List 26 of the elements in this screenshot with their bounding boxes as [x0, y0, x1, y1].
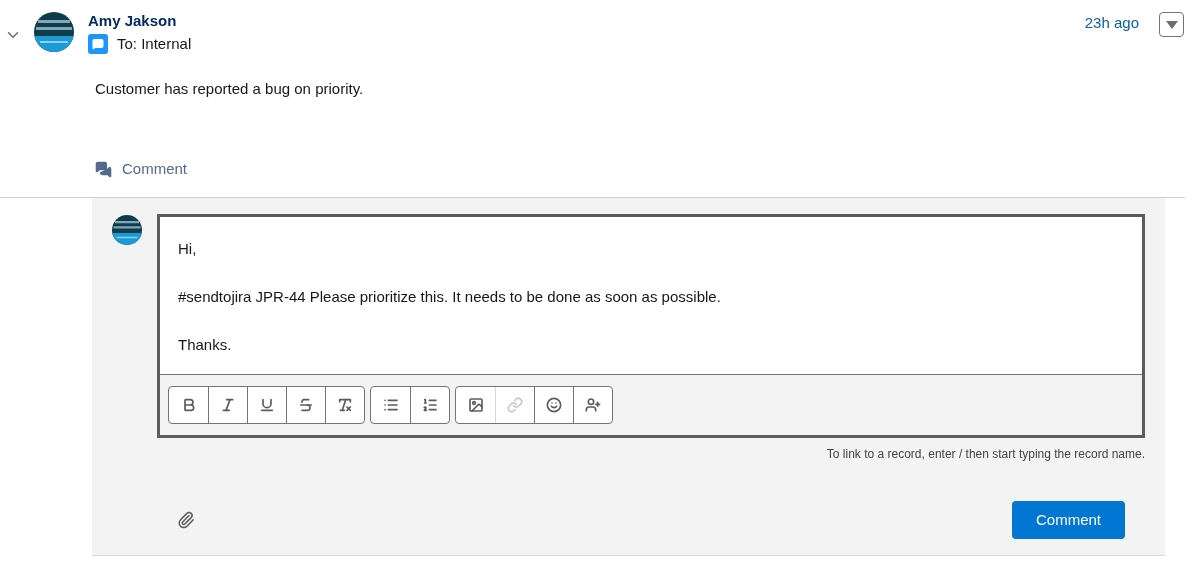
numbered-list-icon — [422, 397, 438, 413]
comment-editor[interactable]: Hi, #sendtojira JPR-44 Please prioritize this. It needs to be done as soon as possible. Thanks. — [157, 214, 1145, 438]
editor-text-line: #sendtojira JPR-44 Please prioritize this. It needs to be done as soon as possible. — [178, 287, 722, 307]
clear-format-icon — [337, 397, 353, 413]
link-icon — [507, 397, 523, 413]
timestamp[interactable]: 23h ago — [1084, 12, 1139, 35]
strikethrough-icon — [298, 397, 314, 413]
actions-menu-button[interactable] — [1159, 12, 1184, 37]
attach-icon[interactable] — [177, 511, 195, 529]
comment-link[interactable]: Comment — [95, 157, 188, 181]
comment-button[interactable]: Comment — [1012, 501, 1125, 539]
editor-text-line: Thanks. — [178, 335, 233, 355]
chat-icon — [88, 34, 108, 55]
author-name[interactable]: Amy Jakson — [88, 12, 1085, 30]
audience-label: To: Internal — [117, 34, 192, 54]
editor-text-line: Hi, — [178, 239, 198, 259]
person-add-icon — [585, 397, 601, 413]
comments-icon — [95, 160, 112, 178]
post-body: Customer has reported a bug on priority. — [95, 78, 365, 99]
dropdown-icon — [1165, 20, 1178, 29]
smiley-icon — [546, 397, 562, 413]
hint-text: To link to a record, enter / then start typing the record name. — [826, 446, 1145, 463]
bullet-list-icon — [382, 397, 399, 413]
image-icon — [467, 397, 484, 413]
italic-icon — [220, 397, 236, 413]
underline-icon — [259, 397, 275, 413]
